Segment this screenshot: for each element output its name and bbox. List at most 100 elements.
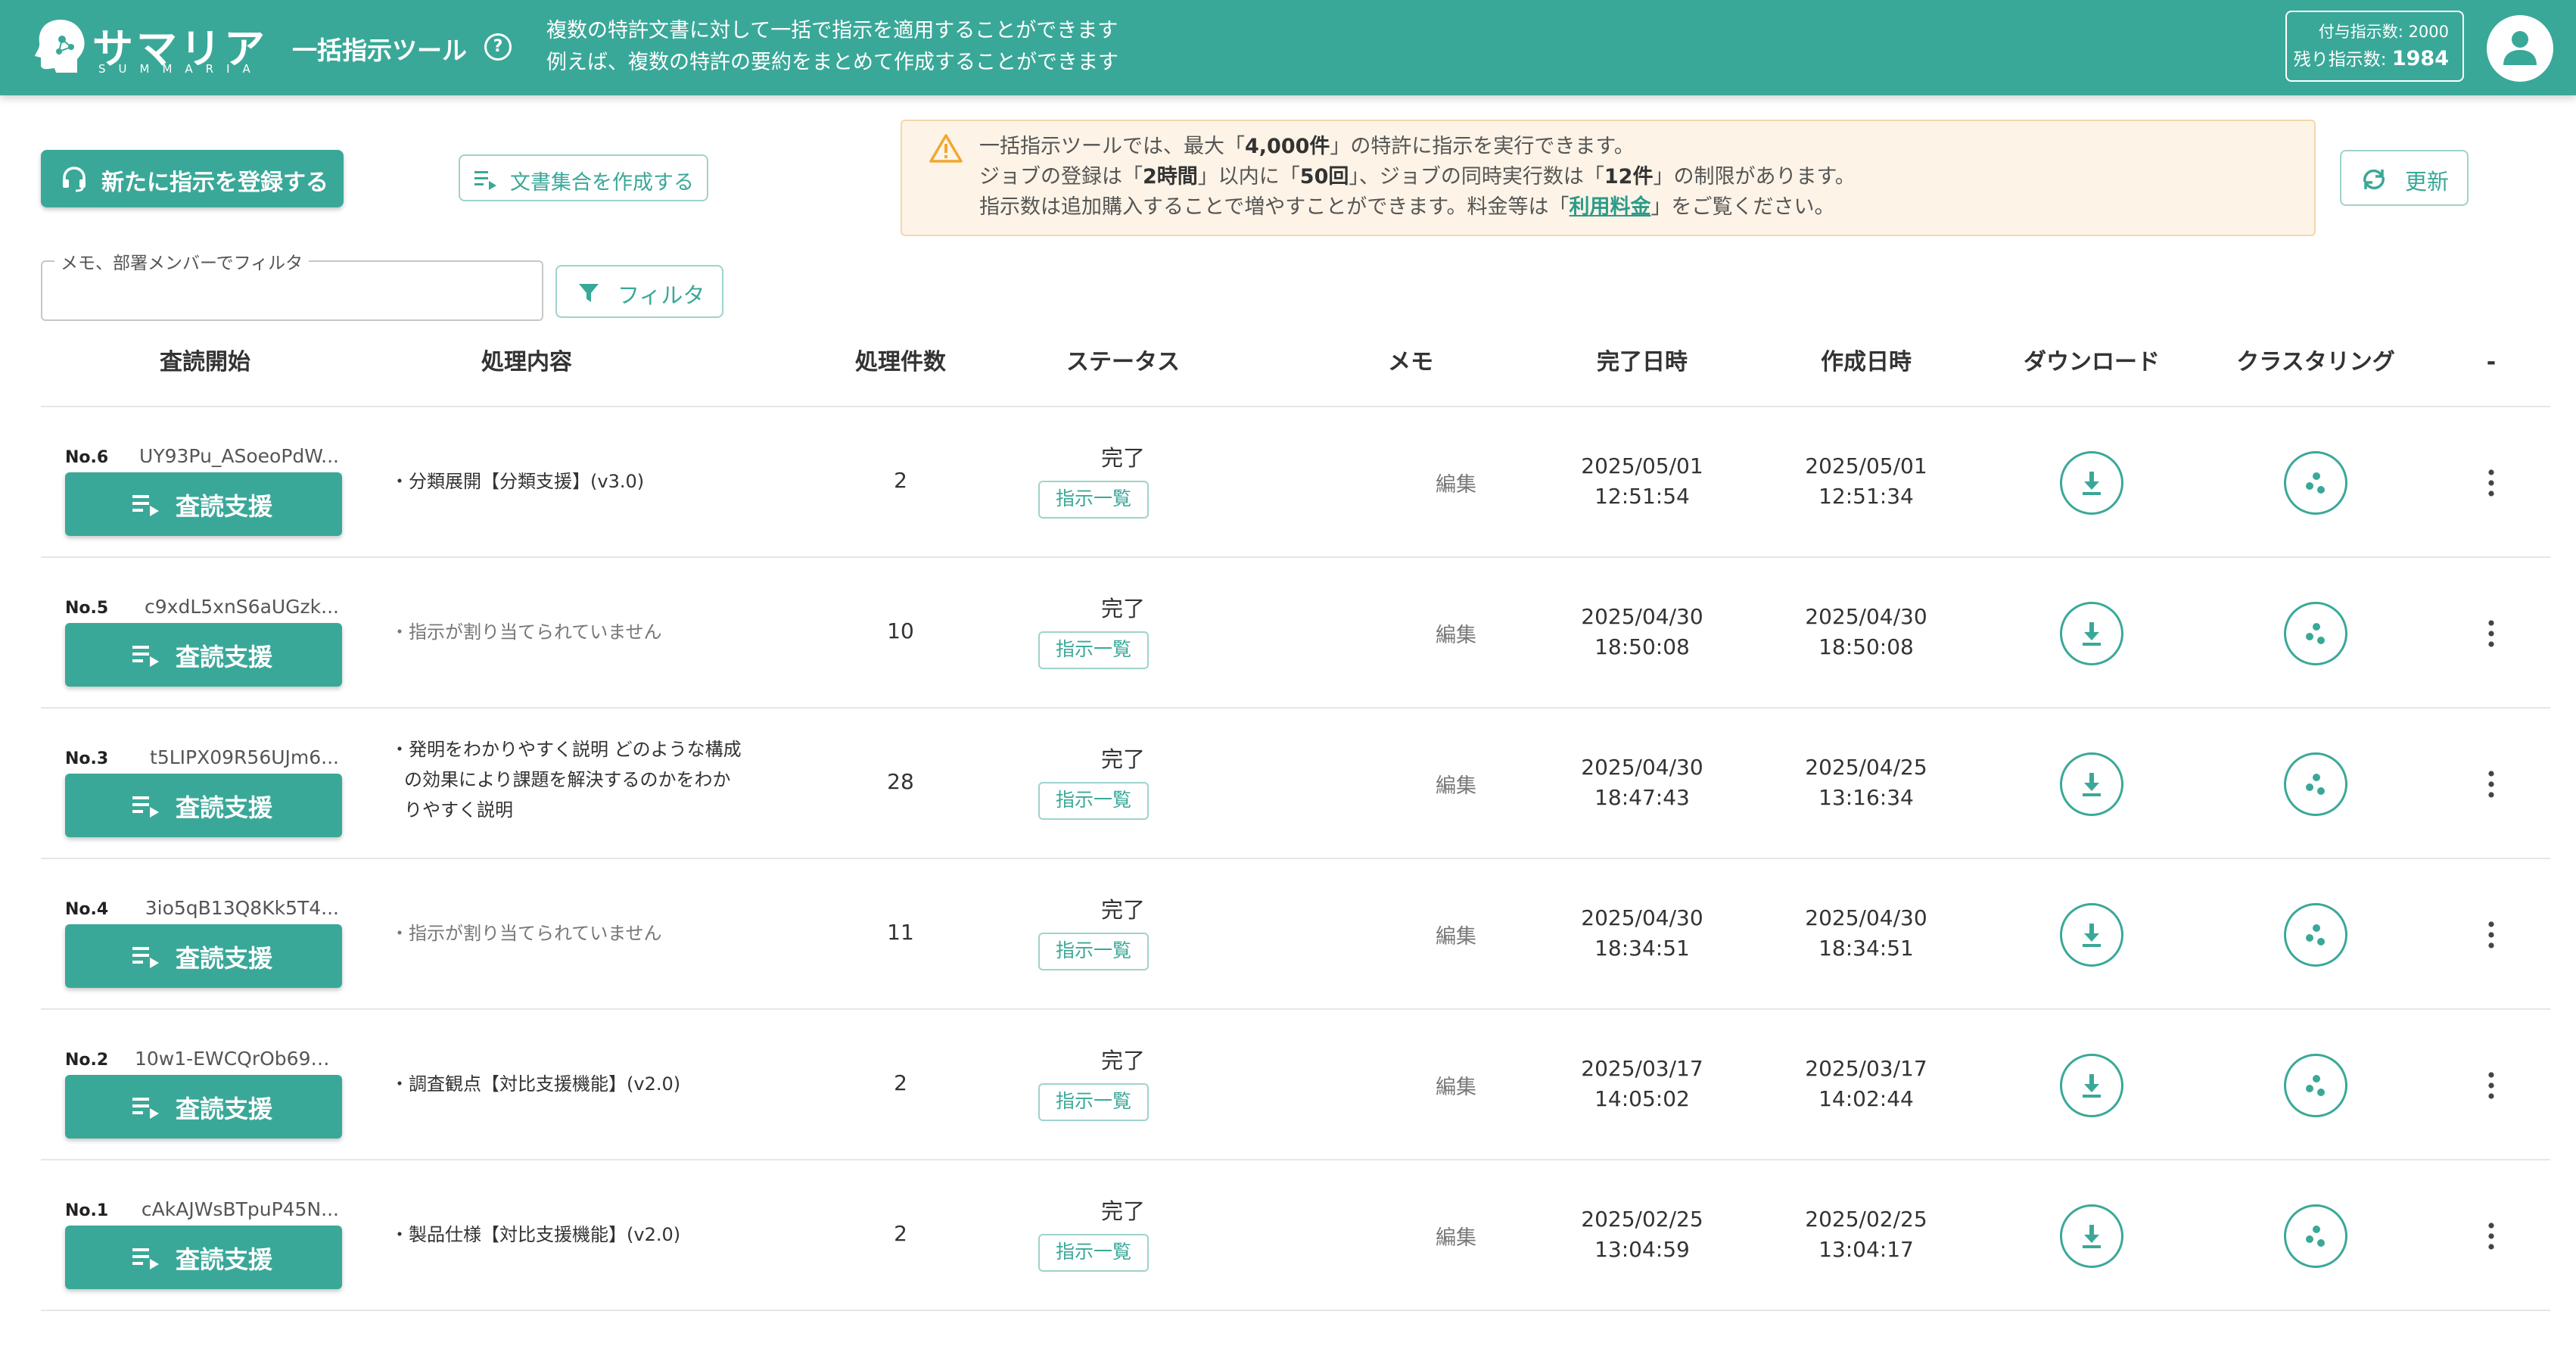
clustering-button[interactable] — [2284, 752, 2347, 816]
download-icon — [2083, 622, 2101, 646]
processed-count: 11 — [887, 920, 914, 945]
more-options-button[interactable] — [2476, 611, 2506, 656]
download-icon — [2083, 773, 2101, 796]
created-time: 12:51:34 — [1818, 484, 1914, 509]
more-vertical-icon — [2488, 620, 2494, 647]
list-arrow-icon — [132, 1248, 159, 1269]
more-options-button[interactable] — [2476, 762, 2506, 807]
processed-count: 2 — [894, 1070, 907, 1095]
created-date: 2025/04/25 — [1805, 755, 1927, 780]
filter-button[interactable]: フィルタ — [555, 265, 723, 318]
clustering-button[interactable] — [2284, 1204, 2347, 1268]
header-created-at: 作成日時 — [1821, 349, 1912, 375]
summaria-logo[interactable]: サマリア SUMMARIA — [33, 17, 265, 76]
quota-box: 付与指示数: 2000 残り指示数: 1984 — [2285, 11, 2464, 82]
download-button[interactable] — [2060, 451, 2123, 515]
created-date: 2025/02/25 — [1805, 1207, 1927, 1232]
memo-edit-link[interactable]: 編集 — [1411, 920, 1501, 949]
done-datetime: 2025/04/30 18:47:43 — [1536, 752, 1748, 813]
filter-field-label: メモ、部署メンバーでフィルタ — [54, 248, 310, 274]
processed-count: 10 — [887, 618, 914, 643]
review-support-label: 査読支援 — [176, 643, 273, 671]
remaining-label: 残り指示数: — [2293, 50, 2387, 70]
header-clustering: クラスタリング — [2236, 349, 2395, 375]
download-button[interactable] — [2060, 1054, 2123, 1117]
job-no: No.4 — [65, 900, 109, 919]
limit-notice: 一括指示ツールでは、最大「4,000件」の特許に指示を実行できます。 ジョブの登… — [901, 120, 2316, 236]
more-options-button[interactable] — [2476, 1063, 2506, 1108]
refresh-label: 更新 — [2405, 169, 2450, 195]
created-datetime: 2025/04/25 13:16:34 — [1760, 752, 1972, 813]
instruction-list-button[interactable]: 指示一覧 — [1038, 1083, 1149, 1121]
user-icon — [2503, 31, 2537, 65]
summaria-head-logo-icon — [35, 20, 85, 73]
instruction-list-button[interactable]: 指示一覧 — [1038, 481, 1149, 519]
memo-filter-input[interactable]: メモ、部署メンバーでフィルタ — [41, 248, 543, 321]
status-text: 完了 — [1100, 596, 1145, 621]
list-arrow-icon — [132, 495, 159, 516]
list-arrow-icon — [132, 947, 159, 968]
refresh-button[interactable]: 更新 — [2340, 150, 2469, 206]
clustering-button[interactable] — [2284, 602, 2347, 665]
pricing-link[interactable]: 利用料金 — [1570, 195, 1651, 219]
table-row: No.2 10w1-EWCQrOb690... 査読支援 ・調査観点【対比支援機能… — [41, 1010, 2550, 1160]
more-options-button[interactable] — [2476, 912, 2506, 958]
header-status: ステータス — [1066, 349, 1180, 375]
create-corpus-button[interactable]: 文書集合を作成する — [459, 154, 708, 201]
clustering-button[interactable] — [2284, 1054, 2347, 1117]
table-header: 査読開始 処理内容 処理件数 ステータス メモ 完了日時 作成日時 ダウンロード… — [41, 341, 2550, 407]
more-vertical-icon — [2488, 1072, 2494, 1099]
created-date: 2025/04/30 — [1805, 604, 1927, 629]
done-time: 12:51:54 — [1594, 484, 1690, 509]
content-text: ・発明をわかりやすく説明 どのような構成の効果により課題を解決するのかをわかりや… — [390, 739, 742, 821]
job-id: UY93Pu_ASoeoPdW... — [139, 445, 339, 467]
download-button[interactable] — [2060, 903, 2123, 967]
review-support-button[interactable]: 査読支援 — [65, 774, 342, 837]
review-support-button[interactable]: 査読支援 — [65, 472, 342, 536]
done-date: 2025/05/01 — [1581, 453, 1703, 478]
list-arrow-icon — [474, 171, 496, 190]
review-support-button[interactable]: 査読支援 — [65, 1226, 342, 1289]
memo-edit-link[interactable]: 編集 — [1411, 769, 1501, 799]
clustering-button[interactable] — [2284, 451, 2347, 515]
user-avatar[interactable] — [2487, 15, 2553, 82]
memo-edit-link[interactable]: 編集 — [1411, 1221, 1501, 1251]
table-row: No.1 cAkAJWsBTpuP45N... 査読支援 ・製品仕様【対比支援機能… — [41, 1160, 2550, 1311]
job-id: c9xdL5xnS6aUGzk... — [145, 596, 339, 618]
done-time: 14:05:02 — [1594, 1086, 1690, 1111]
table-row: No.3 t5LIPX09R56UJm6... 査読支援 ・発明をわかりやすく説明… — [41, 709, 2550, 859]
register-instruction-button[interactable]: 新たに指示を登録する — [41, 150, 344, 207]
clustering-button[interactable] — [2284, 903, 2347, 967]
created-datetime: 2025/05/01 12:51:34 — [1760, 451, 1972, 512]
instruction-list-button[interactable]: 指示一覧 — [1038, 933, 1149, 970]
more-options-button[interactable] — [2476, 1213, 2506, 1259]
register-label: 新たに指示を登録する — [101, 170, 328, 196]
job-id: t5LIPX09R56UJm6... — [150, 746, 339, 768]
done-date: 2025/03/17 — [1581, 1056, 1703, 1081]
content-text: ・指示が割り当てられていません — [390, 621, 662, 643]
created-time: 13:16:34 — [1818, 785, 1914, 810]
job-number: No.2 10w1-EWCQrOb690... — [65, 1048, 345, 1070]
memo-edit-link[interactable]: 編集 — [1411, 618, 1501, 648]
headset-icon — [63, 167, 86, 192]
instruction-list-button[interactable]: 指示一覧 — [1038, 631, 1149, 669]
status-text: 完了 — [1100, 746, 1145, 772]
review-support-label: 査読支援 — [176, 944, 273, 973]
download-button[interactable] — [2060, 752, 2123, 816]
memo-edit-link[interactable]: 編集 — [1411, 468, 1501, 497]
review-support-button[interactable]: 査読支援 — [65, 623, 342, 687]
download-icon — [2083, 1074, 2101, 1098]
download-button[interactable] — [2060, 602, 2123, 665]
more-options-button[interactable] — [2476, 460, 2506, 506]
review-support-button[interactable]: 査読支援 — [65, 1075, 342, 1139]
created-date: 2025/03/17 — [1805, 1056, 1927, 1081]
instruction-list-button[interactable]: 指示一覧 — [1038, 782, 1149, 820]
review-support-button[interactable]: 査読支援 — [65, 924, 342, 988]
list-arrow-icon — [132, 646, 159, 667]
download-button[interactable] — [2060, 1204, 2123, 1268]
question-circle-icon[interactable]: ? — [484, 33, 512, 61]
processed-count: 2 — [894, 468, 907, 493]
instruction-list-button[interactable]: 指示一覧 — [1038, 1234, 1149, 1272]
memo-edit-link[interactable]: 編集 — [1411, 1070, 1501, 1100]
header-done-at: 完了日時 — [1597, 349, 1688, 375]
